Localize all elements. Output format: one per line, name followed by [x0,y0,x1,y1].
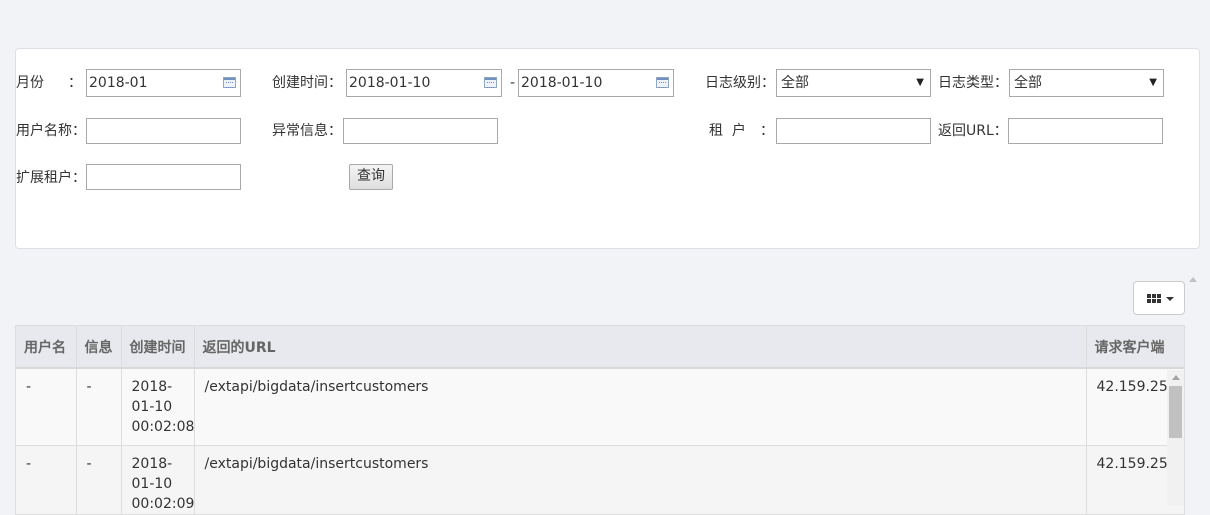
calendar-icon[interactable] [484,77,497,88]
table-row[interactable]: - - 2018- 01-10 00:02:09 /extapi/bigdata… [16,446,1185,515]
dropdown-arrow-icon: ▼ [916,70,924,96]
log-type-value: 全部 [1014,75,1042,91]
calendar-icon[interactable] [656,77,669,88]
range-separator: - [510,73,515,93]
month-value: 2018-01 [89,75,148,91]
created-to-input[interactable]: 2018-01-10 [518,69,674,97]
created-from-input[interactable]: 2018-01-10 [346,69,502,97]
month-colon: ： [68,73,82,93]
log-level-value: 全部 [781,75,809,91]
tenant-input[interactable] [776,118,931,144]
table-header-row: 用户名 信息 创建时间 返回的URL 请求客户端 [16,326,1185,368]
created-to-value: 2018-01-10 [521,75,602,91]
ext-tenant-input[interactable] [86,164,241,190]
calendar-icon[interactable] [223,77,236,88]
grid-icon [1147,294,1162,304]
log-level-label: 日志级别： [705,73,775,93]
cell-created: 2018- 01-10 00:02:08 [121,368,194,446]
exception-label: 异常信息： [272,121,342,141]
cell-info: - [76,446,121,515]
log-type-label: 日志类型： [938,73,1008,93]
table-row[interactable]: - - 2018- 01-10 00:02:08 /extapi/bigdata… [16,368,1185,446]
col-header-info[interactable]: 信息 [76,326,121,368]
cell-url: /extapi/bigdata/insertcustomers [194,368,1086,446]
scroll-up-arrow-icon[interactable] [1172,375,1180,380]
exception-input[interactable] [343,118,498,144]
query-button[interactable]: 查询 [349,164,393,190]
cell-url: /extapi/bigdata/insertcustomers [194,446,1086,515]
scroll-up-arrow-icon[interactable] [1189,277,1197,282]
dropdown-arrow-icon: ▼ [1149,70,1157,96]
col-header-client[interactable]: 请求客户端 [1086,326,1185,368]
table-scrollbar[interactable] [1167,370,1184,506]
log-type-select[interactable]: 全部 ▼ [1009,69,1164,97]
month-label: 月份 [16,73,44,93]
columns-toggle-button[interactable] [1133,281,1185,315]
tenant-colon: ： [760,121,774,141]
scrollbar-thumb[interactable] [1169,386,1182,438]
cell-user: - [16,446,76,515]
col-header-return-url[interactable]: 返回的URL [194,326,1086,368]
return-url-label: 返回URL： [938,121,1008,141]
ext-tenant-label: 扩展租户： [16,168,86,188]
cell-user: - [16,368,76,446]
username-input[interactable] [86,118,241,144]
username-label: 用户名称： [16,121,86,141]
tenant-label: 租 户 [709,121,746,141]
created-date: 2018- [132,377,184,397]
created-day: 01-10 [132,397,184,417]
return-url-input[interactable] [1008,118,1163,144]
col-header-created[interactable]: 创建时间 [121,326,194,368]
log-level-select[interactable]: 全部 ▼ [776,69,931,97]
col-header-username[interactable]: 用户名 [16,326,76,368]
log-table: 用户名 信息 创建时间 返回的URL 请求客户端 - - 2018- 01-10… [15,325,1185,515]
created-time: 00:02:08 [132,417,184,437]
cell-info: - [76,368,121,446]
cell-created: 2018- 01-10 00:02:09 [121,446,194,515]
created-from-value: 2018-01-10 [349,75,430,91]
created-date: 2018- [132,454,184,474]
created-time-label: 创建时间： [272,73,342,93]
created-day: 01-10 [132,474,184,494]
created-time: 00:02:09 [132,494,184,514]
chevron-down-icon [1166,297,1174,301]
month-input[interactable]: 2018-01 [86,69,241,97]
